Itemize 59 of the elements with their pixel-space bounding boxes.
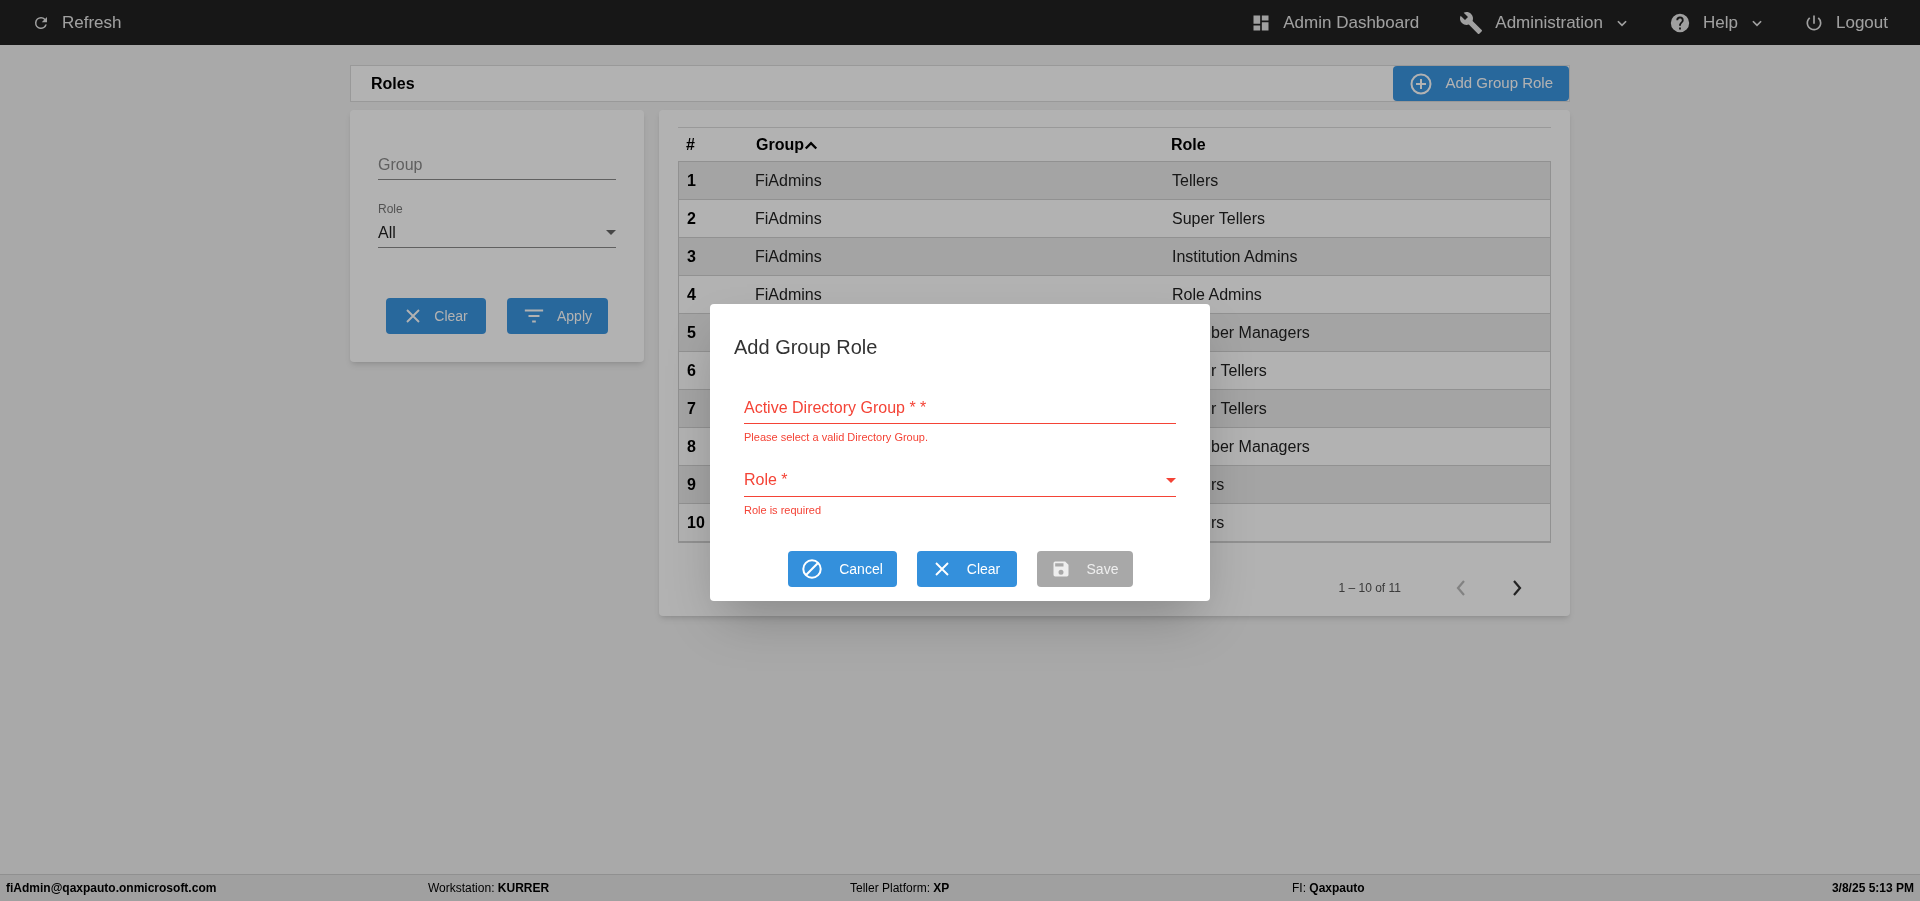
nav-menu-item[interactable]: Admin Dashboard <box>1251 9 1420 36</box>
status-bar-item: 3/8/25 5:13 PM <box>1830 880 1914 897</box>
table-cell-text: FiAdmins <box>755 246 823 267</box>
table-cell-text: 2 <box>686 208 697 229</box>
help-icon <box>1669 11 1692 34</box>
table-cell: r Tellers <box>1211 361 1267 379</box>
page-title: Roles <box>371 73 415 94</box>
error-message: Role is required <box>744 502 823 518</box>
add-group-role-button[interactable]: Add Group Role <box>1393 66 1569 101</box>
table-cell: ber Managers <box>1211 437 1310 455</box>
nav-menu-item[interactable]: Help <box>1669 9 1764 36</box>
directory-group-field[interactable]: Active Directory Group * * <box>744 392 1176 424</box>
dialog-title: Add Group Role <box>734 335 879 360</box>
table-cell-text: 3 <box>686 246 697 267</box>
status-bar-item: fiAdmin@qaxpauto.onmicrosoft.com <box>6 880 218 897</box>
table-cell-text: 4 <box>686 284 697 305</box>
dropdown-arrow-icon <box>1166 477 1176 483</box>
role-select[interactable]: All <box>378 218 616 248</box>
table-cell-text: FiAdmins <box>755 284 823 305</box>
wrench-icon <box>1459 10 1484 35</box>
status-bar-item: Workstation: KURRER <box>428 880 551 897</box>
column-header[interactable]: Group <box>754 132 1171 157</box>
table-cell: r Tellers <box>1211 399 1267 417</box>
table-cell-text: FiAdmins <box>755 208 823 229</box>
group-field[interactable]: Group <box>378 150 616 180</box>
table-cell-text: FiAdmins <box>755 170 823 191</box>
table-cell: Institution Admins <box>1172 247 1298 265</box>
refresh-button[interactable]: Refresh <box>32 9 122 36</box>
table-cell: rs <box>1211 475 1225 493</box>
table-cell-text: 1 <box>686 170 697 191</box>
column-header: # <box>685 134 696 155</box>
table-cell: ber Managers <box>1211 323 1310 341</box>
cancel-icon <box>801 558 824 580</box>
clear-button[interactable]: Clear <box>386 298 486 334</box>
error-message: Please select a valid Directory Group. <box>744 430 930 445</box>
page-range: 1 – 10 of 11 <box>1338 580 1401 597</box>
table-cell: Role Admins <box>1172 285 1262 303</box>
role-select[interactable]: Role * <box>744 464 1176 497</box>
clear-button[interactable]: Clear <box>916 551 1017 587</box>
table-cell: rs <box>1211 513 1225 531</box>
filter-icon <box>523 308 545 324</box>
chevron-left-icon <box>1456 580 1466 596</box>
add-circle-icon <box>1409 71 1434 96</box>
table-cell-text: 6 <box>686 360 697 381</box>
cancel-button[interactable]: Cancel <box>787 551 897 587</box>
chevron-right-icon <box>1512 580 1522 596</box>
nav-menu-item[interactable]: Logout <box>1804 9 1888 36</box>
dropdown-arrow-icon <box>606 230 616 235</box>
apply-button[interactable]: Apply <box>507 298 608 334</box>
close-icon <box>932 560 951 578</box>
column-header: Role <box>1171 134 1207 155</box>
field-label: Role <box>378 201 404 218</box>
table-cell-text: 5 <box>686 322 697 343</box>
table-cell: Super Tellers <box>1172 209 1266 227</box>
close-icon <box>404 307 423 325</box>
status-bar-item: Teller Platform: XP <box>850 880 951 897</box>
table-cell: Tellers <box>1172 171 1219 189</box>
status-bar-item: FI: Qaxpauto <box>1292 880 1366 897</box>
nav-menu-item[interactable]: Administration <box>1459 9 1630 36</box>
